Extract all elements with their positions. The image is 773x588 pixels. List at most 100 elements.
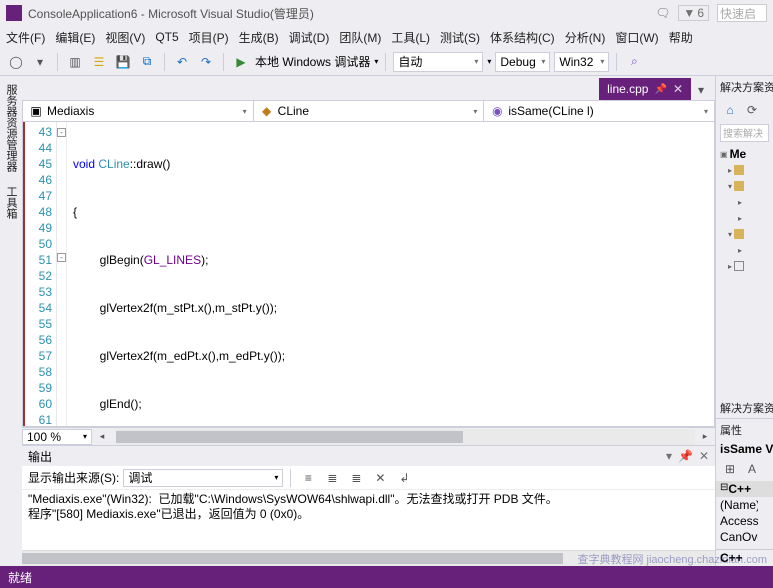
solution-tree[interactable]: ▣Me ▸ ▾ ▸ ▸ ▾ ▸ ▸ xyxy=(716,144,773,276)
zoom-combo[interactable]: 100 %▾ xyxy=(22,429,92,445)
folder-icon xyxy=(734,165,744,175)
nav-back-button[interactable]: ◯ xyxy=(6,52,26,72)
menu-help[interactable]: 帮助 xyxy=(669,29,693,46)
tree-node[interactable]: ▸ xyxy=(720,258,769,274)
scrollbar-thumb[interactable] xyxy=(22,553,563,564)
window-title: ConsoleApplication6 - Microsoft Visual S… xyxy=(28,5,655,22)
new-project-button[interactable]: ▥ xyxy=(65,52,85,72)
output-dropdown-icon[interactable]: ▾ xyxy=(666,449,672,463)
menu-debug[interactable]: 调试(D) xyxy=(289,29,330,46)
status-bar: 就绪 xyxy=(0,566,773,588)
outlining-margin[interactable]: - - xyxy=(57,122,67,426)
menu-build[interactable]: 生成(B) xyxy=(239,29,279,46)
home-icon[interactable]: ⌂ xyxy=(720,100,740,120)
toolbox-tab[interactable]: 工具箱 xyxy=(3,182,19,223)
menu-analyze[interactable]: 分析(N) xyxy=(565,29,606,46)
separator xyxy=(164,53,165,71)
property-row[interactable]: CanOver xyxy=(716,529,773,545)
platform-combo[interactable]: Win32▾ xyxy=(554,52,609,72)
save-button[interactable]: 💾 xyxy=(113,52,133,72)
code-nav-bar: ▣ Mediaxis▾ ◆ CLine▾ ◉ isSame(CLine l)▾ xyxy=(22,100,715,122)
fold-toggle-icon[interactable]: - xyxy=(57,128,66,137)
fold-toggle-icon[interactable]: - xyxy=(57,253,66,262)
redo-button[interactable]: ↷ xyxy=(196,52,216,72)
nav-scope-combo[interactable]: ▣ Mediaxis▾ xyxy=(23,101,254,121)
tree-node[interactable]: ▸ xyxy=(720,162,769,178)
alphabetical-icon[interactable]: A xyxy=(742,459,762,479)
tree-node[interactable]: ▸ xyxy=(720,242,769,258)
separator xyxy=(57,53,58,71)
save-all-button[interactable]: ⧉ xyxy=(137,52,157,72)
output-wrap-button[interactable]: ↲ xyxy=(394,468,414,488)
menu-test[interactable]: 测试(S) xyxy=(440,29,480,46)
quick-launch-input[interactable]: 快速启动 xyxy=(717,4,767,22)
start-debug-button[interactable]: ▶ xyxy=(231,52,251,72)
menu-tools[interactable]: 工具(L) xyxy=(391,29,430,46)
tree-node[interactable]: ▸ xyxy=(720,210,769,226)
notification-icon[interactable]: 🗨 xyxy=(655,6,670,20)
pin-icon[interactable]: 📌 xyxy=(654,84,666,95)
notification-count[interactable]: ▼6 xyxy=(678,5,709,21)
menu-qt5[interactable]: QT5 xyxy=(155,30,178,44)
output-close-icon[interactable]: ✕ xyxy=(699,449,709,463)
tree-root-node[interactable]: ▣Me xyxy=(720,146,769,162)
scroll-left-button[interactable]: ◂ xyxy=(92,427,112,447)
left-tool-rail: 服务器资源管理器 工具箱 xyxy=(0,76,22,566)
output-text[interactable]: "Mediaxis.exe"(Win32): 已加载"C:\Windows\Sy… xyxy=(22,490,715,550)
categorized-icon[interactable]: ⊞ xyxy=(720,459,740,479)
output-horizontal-scrollbar[interactable] xyxy=(22,550,715,566)
menu-edit[interactable]: 编辑(E) xyxy=(55,29,95,46)
folder-icon xyxy=(734,261,744,271)
menu-team[interactable]: 团队(M) xyxy=(339,29,381,46)
project-icon: ▣ xyxy=(29,104,43,118)
start-debug-label[interactable]: 本地 Windows 调试器 xyxy=(255,53,370,70)
tree-node[interactable]: ▾ xyxy=(720,226,769,242)
nav-class-combo[interactable]: ◆ CLine▾ xyxy=(254,101,485,121)
document-tab-well: line.cpp 📌 ✕ ▾ xyxy=(22,76,715,100)
config-combo[interactable]: Debug▾ xyxy=(495,52,550,72)
undo-button[interactable]: ↶ xyxy=(172,52,192,72)
editor-footer: 100 %▾ ◂ ▸ xyxy=(22,427,715,445)
properties-object[interactable]: isSame VC xyxy=(716,441,773,457)
output-pin-icon[interactable]: 📌 xyxy=(678,449,693,463)
output-goto-button[interactable]: ≡ xyxy=(298,468,318,488)
nav-fwd-button[interactable]: ▾ xyxy=(30,52,50,72)
solution-search-input[interactable]: 搜索解决方 xyxy=(720,124,769,142)
tree-node[interactable]: ▾ xyxy=(720,178,769,194)
output-clear-button[interactable]: ✕ xyxy=(370,468,390,488)
code-text[interactable]: void CLine::draw() { glBegin(GL_LINES); … xyxy=(67,122,714,426)
menu-window[interactable]: 窗口(W) xyxy=(615,29,658,46)
output-prev-button[interactable]: ≣ xyxy=(322,468,342,488)
class-icon: ◆ xyxy=(260,104,274,118)
active-files-dropdown[interactable]: ▾ xyxy=(691,80,711,100)
title-bar: ConsoleApplication6 - Microsoft Visual S… xyxy=(0,0,773,26)
server-explorer-tab[interactable]: 服务器资源管理器 xyxy=(3,80,19,176)
tree-node[interactable]: ▸ xyxy=(720,194,769,210)
properties-panel: 属性 isSame VC ⊞ A ⊟ C++ (Name) Access Can… xyxy=(716,418,773,566)
find-button[interactable]: ⌕ xyxy=(624,52,644,72)
property-category[interactable]: ⊟ C++ xyxy=(716,481,773,497)
horizontal-scrollbar[interactable] xyxy=(116,429,695,445)
document-tab-line-cpp[interactable]: line.cpp 📌 ✕ xyxy=(599,78,691,100)
scrollbar-thumb[interactable] xyxy=(116,431,463,443)
line-number-gutter: 4344454647484950515253545556575859606162 xyxy=(23,122,57,426)
open-button[interactable]: ☰ xyxy=(89,52,109,72)
nav-member-combo[interactable]: ◉ isSame(CLine l)▾ xyxy=(484,101,714,121)
property-row[interactable]: Access xyxy=(716,513,773,529)
output-source-combo[interactable]: 调试▾ xyxy=(123,469,283,487)
menu-arch[interactable]: 体系结构(C) xyxy=(490,29,555,46)
close-tab-icon[interactable]: ✕ xyxy=(673,82,683,96)
property-row[interactable]: (Name) xyxy=(716,497,773,513)
refresh-icon[interactable]: ⟳ xyxy=(742,100,762,120)
output-next-button[interactable]: ≣ xyxy=(346,468,366,488)
code-editor[interactable]: 4344454647484950515253545556575859606162… xyxy=(22,122,715,427)
solution-explorer-title: 解决方案资 xyxy=(716,76,773,98)
menu-file[interactable]: 文件(F) xyxy=(6,29,45,46)
solution-platform-combo[interactable]: 自动▾ xyxy=(393,52,483,72)
menu-project[interactable]: 项目(P) xyxy=(189,29,229,46)
menu-view[interactable]: 视图(V) xyxy=(105,29,145,46)
scroll-right-button[interactable]: ▸ xyxy=(695,427,715,447)
document-tab-label: line.cpp xyxy=(607,82,648,96)
solution-explorer-tab[interactable]: 解决方案资 xyxy=(716,398,773,418)
folder-icon xyxy=(734,229,744,239)
